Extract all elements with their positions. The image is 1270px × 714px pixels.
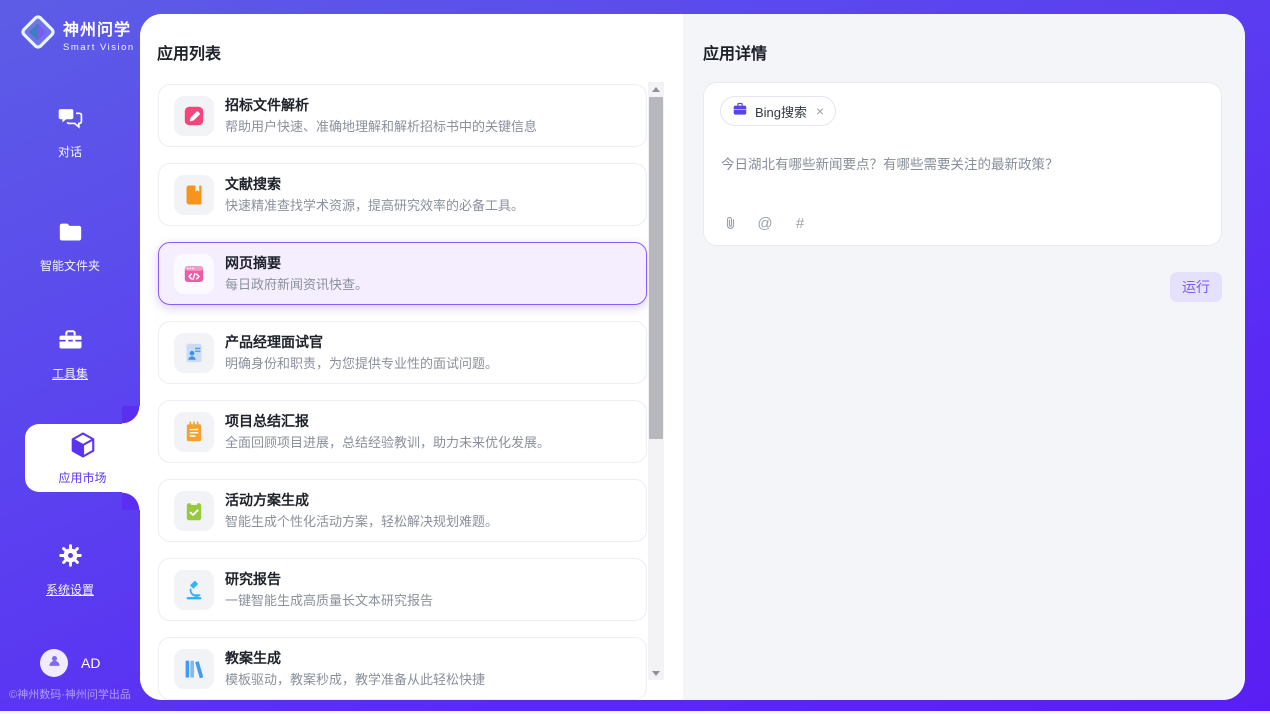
brand-subtitle: Smart Vision [63, 42, 135, 53]
books-icon [182, 657, 206, 681]
person-icon [46, 652, 63, 674]
app-card-title: 产品经理面试官 [225, 332, 323, 352]
app-card-4[interactable]: 项目总结汇报 全面回顾项目进展，总结经验教训，助力未来优化发展。 [158, 400, 647, 463]
scroll-down-icon[interactable] [648, 666, 664, 680]
sidebar-item-label: 应用市场 [58, 469, 106, 486]
folder-icon [57, 218, 84, 250]
app-card-desc: 快速精准查找学术资源，提高研究效率的必备工具。 [225, 195, 524, 214]
app-card-6[interactable]: 研究报告 一键智能生成高质量长文本研究报告 [158, 558, 647, 621]
logo-diamond-icon [19, 13, 57, 56]
interviewer-icon [182, 341, 206, 365]
app-list-scrollbar[interactable] [648, 82, 664, 680]
app-card-title: 活动方案生成 [225, 490, 309, 510]
sidebar-item-settings[interactable]: 系统设置 [0, 542, 140, 598]
sidebar-item-label: 智能文件夹 [40, 257, 100, 274]
sidebar-item-chat[interactable]: 对话 [0, 104, 140, 160]
toolbox-icon [57, 326, 84, 358]
gear-icon [57, 542, 84, 574]
app-card-desc: 全面回顾项目进展，总结经验教训，助力未来优化发展。 [225, 432, 550, 451]
cube-icon [68, 430, 98, 465]
app-list: 招标文件解析 帮助用户快速、准确地理解和解析招标书中的关键信息 文献搜索 快速精… [158, 84, 647, 700]
app-card-desc: 智能生成个性化活动方案，轻松解决规划难题。 [225, 511, 498, 530]
book-icon [182, 183, 206, 207]
app-card-desc: 明确身份和职责，为您提供专业性的面试问题。 [225, 353, 498, 372]
edit-doc-icon [182, 104, 206, 128]
prompt-card: Bing搜索 × 今日湖北有哪些新闻要点？有哪些需要关注的最新政策？ @# [703, 82, 1222, 246]
app-card-1[interactable]: 文献搜索 快速精准查找学术资源，提高研究效率的必备工具。 [158, 163, 647, 226]
scrollbar-thumb[interactable] [649, 97, 663, 439]
sidebar: 神州问学 Smart Vision 对话 智能文件夹 工具集 应用市场 系统设置… [0, 0, 140, 714]
user-account[interactable]: AD [40, 649, 100, 677]
app-window: 神州问学 Smart Vision 对话 智能文件夹 工具集 应用市场 系统设置… [0, 0, 1270, 714]
clipboard-check-icon [182, 499, 206, 523]
hash-icon[interactable]: # [791, 214, 809, 232]
app-card-title: 项目总结汇报 [225, 411, 309, 431]
app-card-2[interactable]: 网页摘要 每日政府新闻资讯快查。 [158, 242, 647, 305]
briefcase-icon [732, 101, 748, 122]
attachment-toolbar: @# [721, 214, 809, 232]
sidebar-item-folders[interactable]: 智能文件夹 [0, 218, 140, 274]
at-icon[interactable]: @ [756, 214, 774, 232]
app-card-desc: 每日政府新闻资讯快查。 [225, 274, 368, 293]
app-card-desc: 帮助用户快速、准确地理解和解析招标书中的关键信息 [225, 116, 537, 135]
app-list-panel: 应用列表 招标文件解析 帮助用户快速、准确地理解和解析招标书中的关键信息 文献搜… [140, 14, 683, 700]
app-card-desc: 模板驱动，教案秒成，教学准备从此轻松快捷 [225, 669, 485, 688]
user-name: AD [81, 655, 100, 671]
app-card-3[interactable]: 产品经理面试官 明确身份和职责，为您提供专业性的面试问题。 [158, 321, 647, 384]
brand-name: 神州问学 [63, 16, 135, 40]
web-code-icon [182, 262, 206, 286]
app-card-title: 研究报告 [225, 569, 281, 589]
app-card-title: 网页摘要 [225, 253, 281, 273]
tool-tag-label: Bing搜索 [755, 102, 807, 121]
app-card-title: 教案生成 [225, 648, 281, 668]
tool-tag-bing[interactable]: Bing搜索 × [720, 96, 836, 126]
chat-icon [57, 104, 84, 136]
close-icon[interactable]: × [816, 104, 824, 118]
prompt-input[interactable]: 今日湖北有哪些新闻要点？有哪些需要关注的最新政策？ [721, 153, 1059, 173]
app-card-title: 文献搜索 [225, 174, 281, 194]
app-list-title: 应用列表 [157, 40, 221, 64]
content-surface: 应用列表 招标文件解析 帮助用户快速、准确地理解和解析招标书中的关键信息 文献搜… [140, 14, 1245, 700]
avatar [40, 649, 68, 677]
run-button[interactable]: 运行 [1170, 272, 1222, 302]
sidebar-item-label: 对话 [58, 143, 82, 160]
app-detail-title: 应用详情 [703, 40, 767, 64]
app-card-7[interactable]: 教案生成 模板驱动，教案秒成，教学准备从此轻松快捷 [158, 637, 647, 700]
copyright-text: ©神州数码·神州问学出品 [0, 686, 140, 702]
app-card-title: 招标文件解析 [225, 95, 309, 115]
sidebar-item-label: 工具集 [52, 365, 88, 382]
sidebar-item-market[interactable]: 应用市场 [25, 424, 140, 492]
app-detail-panel: 应用详情 Bing搜索 × 今日湖北有哪些新闻要点？有哪些需要关注的最新政策？ … [683, 14, 1245, 700]
sidebar-item-toolset[interactable]: 工具集 [0, 326, 140, 382]
app-card-desc: 一键智能生成高质量长文本研究报告 [225, 590, 433, 609]
app-card-5[interactable]: 活动方案生成 智能生成个性化活动方案，轻松解决规划难题。 [158, 479, 647, 542]
scroll-up-icon[interactable] [648, 82, 664, 96]
sidebar-item-label: 系统设置 [46, 581, 94, 598]
microscope-icon [182, 578, 206, 602]
paperclip-icon[interactable] [721, 214, 739, 232]
app-card-0[interactable]: 招标文件解析 帮助用户快速、准确地理解和解析招标书中的关键信息 [158, 84, 647, 147]
notepad-icon [182, 420, 206, 444]
brand-logo: 神州问学 Smart Vision [19, 13, 135, 56]
